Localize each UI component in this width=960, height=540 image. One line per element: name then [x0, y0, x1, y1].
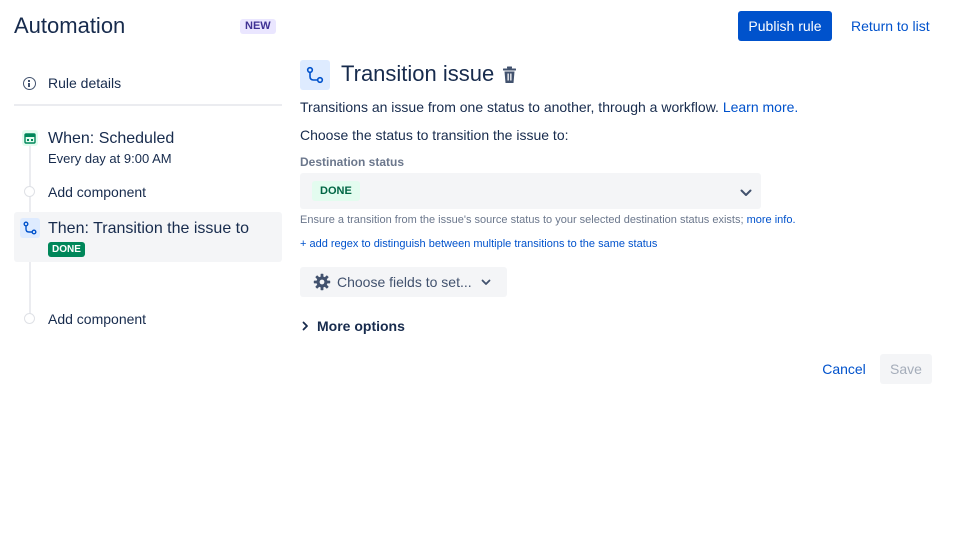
rule-details-item[interactable]: Rule details: [14, 70, 282, 96]
add-component-button[interactable]: Add component: [48, 311, 146, 327]
trash-icon[interactable]: [501, 66, 518, 84]
chevron-down-icon: [740, 184, 752, 202]
chevron-right-icon: [302, 321, 309, 331]
destination-status-value: DONE: [312, 181, 360, 201]
more-info-link[interactable]: more info.: [747, 214, 796, 226]
transition-icon: [300, 60, 330, 90]
destination-status-label: Destination status: [300, 155, 405, 169]
panel-title: Transition issue: [341, 61, 495, 86]
info-icon: [23, 76, 36, 90]
publish-rule-button[interactable]: Publish rule: [738, 11, 832, 41]
transition-icon: [20, 218, 40, 238]
trigger-subtitle: Every day at 9:00 AM: [48, 151, 172, 166]
add-regex-link[interactable]: + add regex to distinguish between multi…: [300, 238, 657, 250]
destination-status-select[interactable]: [300, 173, 761, 209]
calendar-icon: [22, 130, 38, 146]
choose-status-label: Choose the status to transition the issu…: [300, 127, 569, 143]
timeline-dot: [24, 186, 35, 197]
cancel-button[interactable]: Cancel: [812, 354, 876, 384]
hint-text: Ensure a transition from the issue's sou…: [300, 214, 744, 226]
choose-fields-button[interactable]: Choose fields to set...: [300, 267, 507, 297]
sidebar-divider: [14, 104, 282, 106]
learn-more-link[interactable]: Learn more.: [723, 99, 798, 115]
destination-hint: Ensure a transition from the issue's sou…: [300, 214, 796, 226]
description-text: Transitions an issue from one status to …: [300, 99, 719, 115]
new-badge: NEW: [240, 19, 276, 34]
app-title: Automation: [14, 13, 126, 38]
chevron-down-icon: [481, 279, 491, 286]
choose-fields-label: Choose fields to set...: [337, 274, 472, 290]
add-component-button[interactable]: Add component: [48, 184, 146, 200]
panel-description: Transitions an issue from one status to …: [300, 99, 798, 115]
more-options-toggle[interactable]: More options: [302, 318, 405, 334]
action-status-badge: DONE: [48, 242, 85, 257]
rule-details-label: Rule details: [48, 75, 122, 91]
action-title[interactable]: Then: Transition the issue to: [48, 220, 249, 238]
more-options-label: More options: [317, 318, 405, 334]
save-button[interactable]: Save: [880, 354, 932, 384]
return-to-list-link[interactable]: Return to list: [851, 18, 930, 34]
gear-icon: [313, 273, 331, 291]
trigger-title[interactable]: When: Scheduled: [48, 130, 174, 148]
timeline-dot: [24, 313, 35, 324]
